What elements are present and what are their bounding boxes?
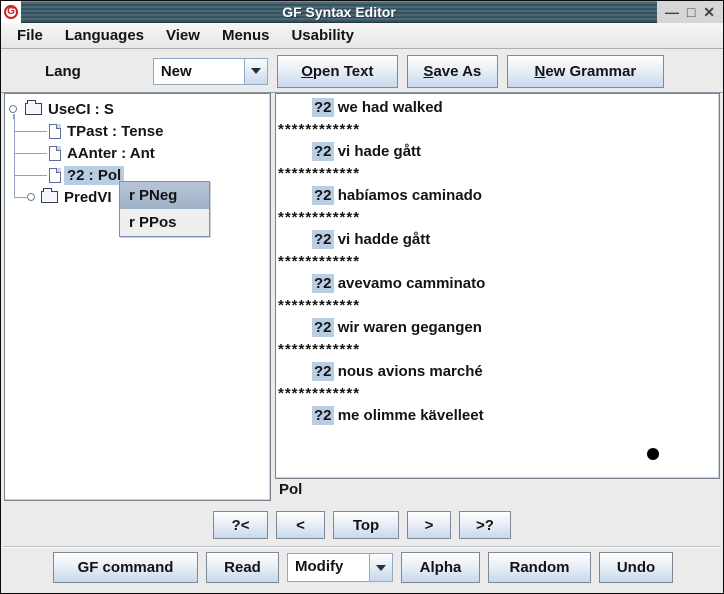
new-grammar-button[interactable]: New Grammar	[507, 55, 664, 88]
read-button[interactable]: Read	[206, 552, 279, 583]
linearization-text: vi hade gått	[338, 143, 421, 160]
linearization-text: we had walked	[338, 99, 443, 116]
tree-node-tpast-tense[interactable]: TPast : Tense	[5, 120, 270, 142]
gf-logo-icon: G	[4, 5, 18, 19]
lang-combobox[interactable]: New	[153, 58, 268, 85]
tree-node-label: TPast : Tense	[64, 122, 166, 141]
lang-combobox-arrow-button[interactable]	[244, 59, 267, 84]
collapsed-handle-icon[interactable]	[27, 193, 35, 201]
metavariable-token[interactable]: ?2	[312, 406, 334, 425]
gf-command-button[interactable]: GF command	[53, 552, 198, 583]
metavariable-token[interactable]: ?2	[312, 186, 334, 205]
linearization-text: nous avions marché	[338, 363, 483, 380]
window-title: GF Syntax Editor	[21, 1, 657, 23]
tree-node-label: PredVI	[61, 188, 115, 207]
undo-button[interactable]: Undo	[599, 552, 673, 583]
linearization-line: ?2 we had walked	[276, 97, 719, 119]
popup-item-r-ppos[interactable]: r PPos	[120, 209, 209, 236]
linearization-line: ?2 nous avions marché	[276, 361, 719, 383]
open-text-button[interactable]: Open Text	[277, 55, 398, 88]
folder-icon	[25, 103, 42, 115]
linearization-line: ?2 vi hadde gått	[276, 229, 719, 251]
menu-file[interactable]: File	[9, 25, 51, 46]
separator-line: ************	[276, 119, 719, 141]
alpha-button[interactable]: Alpha	[401, 552, 480, 583]
metavariable-token[interactable]: ?2	[312, 98, 334, 117]
window-controls: — □ ✕	[657, 1, 723, 23]
linearization-text: vi hadde gått	[338, 231, 431, 248]
menubar: File Languages View MenusUsability	[1, 23, 723, 49]
metavariable-token[interactable]: ?2	[312, 230, 334, 249]
focus-type-label: Pol	[279, 481, 302, 498]
tree-node-label: ?2 : Pol	[64, 166, 124, 185]
random-button[interactable]: Random	[488, 552, 591, 583]
metavariable-token[interactable]: ?2	[312, 318, 334, 337]
separator-line: ************	[276, 163, 719, 185]
titlebar: G GF Syntax Editor — □ ✕	[1, 1, 723, 23]
linearization-line: ?2 me olimme kävelleet	[276, 405, 719, 427]
tree-node-aanter-ant[interactable]: AAnter : Ant	[5, 142, 270, 164]
command-bar: GF command Read Modify Alpha Random Undo	[53, 552, 673, 583]
nav--button[interactable]: ?<	[213, 511, 268, 539]
menu-menus[interactable]: Menus	[214, 25, 278, 46]
separator-line: ************	[276, 339, 719, 361]
linearization-text: habíamos caminado	[338, 187, 482, 204]
chevron-down-icon	[376, 565, 386, 571]
separator-line: ************	[276, 295, 719, 317]
metavariable-token[interactable]: ?2	[312, 274, 334, 293]
document-icon	[49, 168, 61, 183]
linearization-text: wir waren gegangen	[338, 319, 482, 336]
maximize-button[interactable]: □	[687, 5, 695, 19]
syntax-tree-panel[interactable]: UseCI : S TPast : Tense AAnter : Ant ?2 : …	[4, 93, 271, 501]
navigation-bar: ?< < Top > >?	[1, 511, 723, 539]
minimize-button[interactable]: —	[665, 5, 679, 19]
lang-label: Lang	[45, 63, 81, 80]
linearization-text: me olimme kävelleet	[338, 407, 484, 424]
linearization-text: avevamo camminato	[338, 275, 486, 292]
linearization-panel[interactable]: ?2 we had walked************?2 vi hade g…	[275, 93, 720, 479]
expanded-handle-icon[interactable]	[9, 105, 17, 113]
linearization-line: ?2 vi hade gått	[276, 141, 719, 163]
close-button[interactable]: ✕	[703, 5, 715, 19]
separator-line: ************	[276, 207, 719, 229]
folder-icon	[41, 191, 58, 203]
menu-usability[interactable]: Usability	[283, 25, 362, 46]
nav--button[interactable]: <	[276, 511, 325, 539]
tree-node-label: UseCI : S	[45, 100, 117, 119]
linearization-line: ?2 wir waren gegangen	[276, 317, 719, 339]
nav--button[interactable]: >	[407, 511, 451, 539]
metavariable-token[interactable]: ?2	[312, 362, 334, 381]
modify-combobox-value: Modify	[288, 554, 369, 581]
nav--button[interactable]: >?	[459, 511, 511, 539]
nav-top-button[interactable]: Top	[333, 511, 399, 539]
tree-node-root[interactable]: UseCI : S	[5, 98, 270, 120]
linearization-line: ?2 habíamos caminado	[276, 185, 719, 207]
metavariable-token[interactable]: ?2	[312, 142, 334, 161]
focus-dot	[647, 448, 659, 460]
app-logo: G	[1, 1, 21, 23]
modify-combobox-arrow-button[interactable]	[369, 554, 392, 581]
separator-line	[3, 546, 721, 548]
refinement-popup-menu: r PNegr PPos	[119, 181, 210, 237]
separator-line: ************	[276, 251, 719, 273]
tree-node-label: AAnter : Ant	[64, 144, 158, 163]
document-icon	[49, 124, 61, 139]
lang-combobox-value: New	[154, 59, 244, 84]
popup-item-r-pneg[interactable]: r PNeg	[120, 182, 209, 209]
gf-syntax-editor-window: G GF Syntax Editor — □ ✕ File Languages View…	[0, 0, 724, 594]
modify-combobox[interactable]: Modify	[287, 553, 393, 582]
menu-languages[interactable]: Languages	[57, 25, 152, 46]
chevron-down-icon	[251, 68, 261, 74]
save-as-button[interactable]: Save As	[407, 55, 498, 88]
toolbar: Lang New Open Text Save As New Grammar	[1, 50, 723, 93]
linearization-line: ?2 avevamo camminato	[276, 273, 719, 295]
separator-line: ************	[276, 383, 719, 405]
menu-view[interactable]: View	[158, 25, 208, 46]
document-icon	[49, 146, 61, 161]
